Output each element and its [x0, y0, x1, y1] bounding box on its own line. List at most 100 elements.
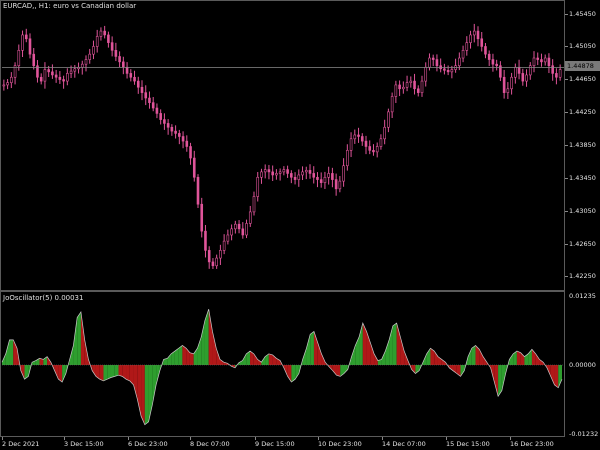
candle-body — [21, 34, 24, 51]
candle-body — [39, 76, 43, 82]
candle-body — [297, 174, 301, 180]
candle-body — [517, 66, 521, 74]
oscillator-bar — [494, 365, 499, 397]
oscillator-bar — [306, 334, 311, 365]
candle-body — [446, 70, 450, 73]
candle-body — [271, 171, 274, 176]
candle-body — [502, 76, 506, 93]
candle-body — [151, 102, 155, 109]
time-axis-tick — [318, 437, 319, 440]
oscillator-bar — [197, 337, 202, 365]
candle-body — [450, 69, 454, 73]
price-axis-tick — [565, 211, 568, 212]
candle-body — [62, 79, 65, 82]
candle-body — [435, 59, 439, 67]
oscillator-bar — [144, 365, 149, 425]
candle-body — [443, 68, 446, 71]
candle-body — [129, 73, 133, 78]
time-axis-tick — [255, 437, 256, 440]
candle-body — [24, 34, 28, 40]
candle-body — [416, 88, 420, 93]
candle-body — [196, 176, 200, 205]
candle-body — [312, 173, 316, 178]
candle-body — [495, 63, 498, 67]
candle-body — [66, 73, 69, 82]
candle-body — [95, 36, 99, 47]
candle-body — [349, 138, 353, 151]
candle-body — [140, 86, 144, 93]
candle-body — [536, 57, 540, 60]
oscillator-bar — [182, 345, 187, 365]
oscillator-bar — [295, 365, 299, 380]
candle-body — [159, 113, 162, 120]
candle-body — [506, 88, 510, 93]
candle-body — [245, 223, 248, 236]
candle-body — [204, 230, 207, 251]
candle-body — [282, 169, 286, 173]
candle-body — [532, 57, 536, 67]
candle-body — [174, 130, 177, 134]
candle-body — [334, 179, 338, 190]
oscillator-bar — [133, 365, 138, 400]
oscillator-bar — [167, 353, 172, 365]
candle-body — [368, 146, 372, 151]
time-axis-label: 16 Dec 23:00 — [510, 440, 554, 448]
oscillator-bar — [554, 365, 559, 388]
time-axis-label: 3 Dec 15:00 — [64, 440, 104, 448]
oscillator-bar — [253, 353, 258, 365]
price-axis-label: 1.42250 — [569, 272, 596, 280]
oscillator-bar — [62, 365, 66, 383]
candle-body — [338, 180, 342, 190]
oscillator-bar — [344, 365, 348, 374]
chart-window[interactable]: EURCAD,, H1: euro vs Canadian dollar JoO… — [0, 0, 600, 450]
candle-body — [118, 56, 121, 63]
oscillator-bar — [317, 342, 322, 365]
chart-plot-svg — [1, 23, 564, 426]
oscillator-bar — [468, 348, 472, 365]
oscillator-bar — [204, 309, 209, 365]
oscillator-bar — [9, 339, 14, 365]
oscillator-bar — [516, 351, 521, 365]
candle-body — [54, 74, 58, 78]
oscillator-bar — [114, 365, 119, 377]
candle-body — [547, 57, 551, 67]
price-axis-tick — [565, 79, 568, 80]
time-axis-tick — [128, 437, 129, 440]
candle-body — [521, 73, 525, 82]
time-axis-label: 8 Dec 07:00 — [190, 440, 230, 448]
candle-body — [484, 46, 487, 55]
oscillator-bar — [99, 365, 104, 381]
candle-body — [88, 53, 92, 60]
price-axis-tick — [565, 178, 568, 179]
candle-body — [428, 57, 431, 68]
price-axis-tick — [565, 46, 568, 47]
candle-body — [189, 146, 192, 159]
candle-body — [293, 176, 297, 180]
time-axis-tick — [190, 437, 191, 440]
oscillator-bar — [434, 351, 438, 365]
candle-body — [290, 173, 293, 178]
candle-body — [308, 170, 312, 174]
indicator-header: JoOscillator(5) 0.00031 — [3, 294, 84, 302]
candle-body — [465, 42, 469, 51]
candle-body — [372, 150, 375, 153]
candle-body — [342, 165, 345, 182]
time-axis-tick — [382, 437, 383, 440]
candle-body — [420, 80, 424, 93]
candle-body — [32, 53, 36, 67]
candle-body — [234, 223, 237, 230]
candle-body — [540, 59, 543, 63]
candle-body — [510, 76, 513, 90]
candle-body — [476, 30, 480, 40]
candle-body — [431, 57, 435, 60]
candle-body — [357, 134, 360, 137]
candle-body — [469, 34, 472, 43]
candle-body — [241, 228, 245, 236]
candle-body — [301, 171, 304, 176]
candle-body — [226, 234, 230, 242]
candle-body — [125, 66, 129, 74]
candle-body — [230, 228, 233, 236]
candle-body — [110, 42, 114, 51]
candle-body — [17, 50, 21, 67]
candle-body — [58, 76, 62, 80]
